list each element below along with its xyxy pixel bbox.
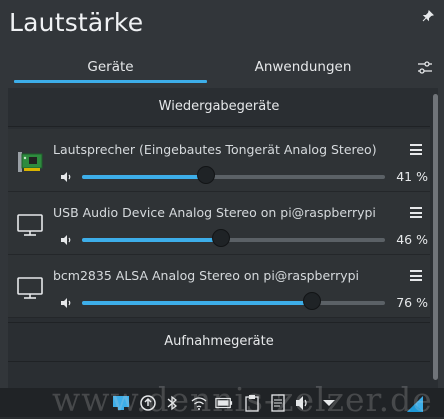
volume-percent: 76 % xyxy=(396,295,428,310)
device-row: Lautsprecher (Eingebautes Tongerät Analo… xyxy=(8,129,430,192)
monitor-icon xyxy=(16,210,44,238)
device-name: bcm2835 ALSA Analog Stereo on pi@raspber… xyxy=(53,268,360,283)
tab-devices[interactable]: Geräte xyxy=(12,57,209,83)
volume-slider[interactable] xyxy=(82,229,385,247)
volume-percent: 46 % xyxy=(396,232,428,247)
volume-slider-fill xyxy=(82,238,222,242)
volume-slider-handle[interactable] xyxy=(212,229,231,247)
playback-section-header: Wiedergabegeräte xyxy=(8,88,430,127)
volume-slider-fill xyxy=(82,175,207,179)
volume-slider-handle[interactable] xyxy=(303,292,322,310)
volume-popup: Lautstärke Geräte Anwendungen Wiedergabe… xyxy=(0,0,444,417)
volume-slider[interactable] xyxy=(82,166,385,184)
speaker-icon[interactable] xyxy=(59,169,73,183)
tab-applications[interactable]: Anwendungen xyxy=(208,57,398,83)
device-row: bcm2835 ALSA Analog Stereo on pi@raspber… xyxy=(8,255,430,318)
watermark-text: www.dennis-zelzer.de xyxy=(52,380,433,419)
recording-section-header: Aufnahmegeräte xyxy=(8,322,430,362)
monitor-icon xyxy=(16,273,44,301)
active-tab-indicator xyxy=(14,80,207,83)
device-row: USB Audio Device Analog Stereo on pi@ras… xyxy=(8,192,430,255)
tab-devices-label: Geräte xyxy=(87,59,134,75)
volume-percent: 41 % xyxy=(396,169,428,184)
device-name: Lautsprecher (Eingebautes Tongerät Analo… xyxy=(53,142,377,157)
hamburger-menu-icon[interactable] xyxy=(410,144,422,155)
devices-list: Wiedergabegeräte Lautsprecher (Eingebaut… xyxy=(8,88,438,417)
pin-icon[interactable] xyxy=(422,10,434,22)
sound-card-icon xyxy=(16,147,44,175)
speaker-icon[interactable] xyxy=(59,232,73,246)
tab-applications-label: Anwendungen xyxy=(254,59,352,75)
settings-sliders-icon[interactable] xyxy=(417,60,433,76)
speaker-icon[interactable] xyxy=(59,295,73,309)
volume-slider[interactable] xyxy=(82,292,385,310)
scrollbar[interactable] xyxy=(433,94,438,380)
volume-slider-fill xyxy=(82,301,313,305)
window-title: Lautstärke xyxy=(9,8,144,37)
hamburger-menu-icon[interactable] xyxy=(410,270,422,281)
hamburger-menu-icon[interactable] xyxy=(410,207,422,218)
device-name: USB Audio Device Analog Stereo on pi@ras… xyxy=(53,205,376,220)
volume-slider-handle[interactable] xyxy=(197,166,216,184)
